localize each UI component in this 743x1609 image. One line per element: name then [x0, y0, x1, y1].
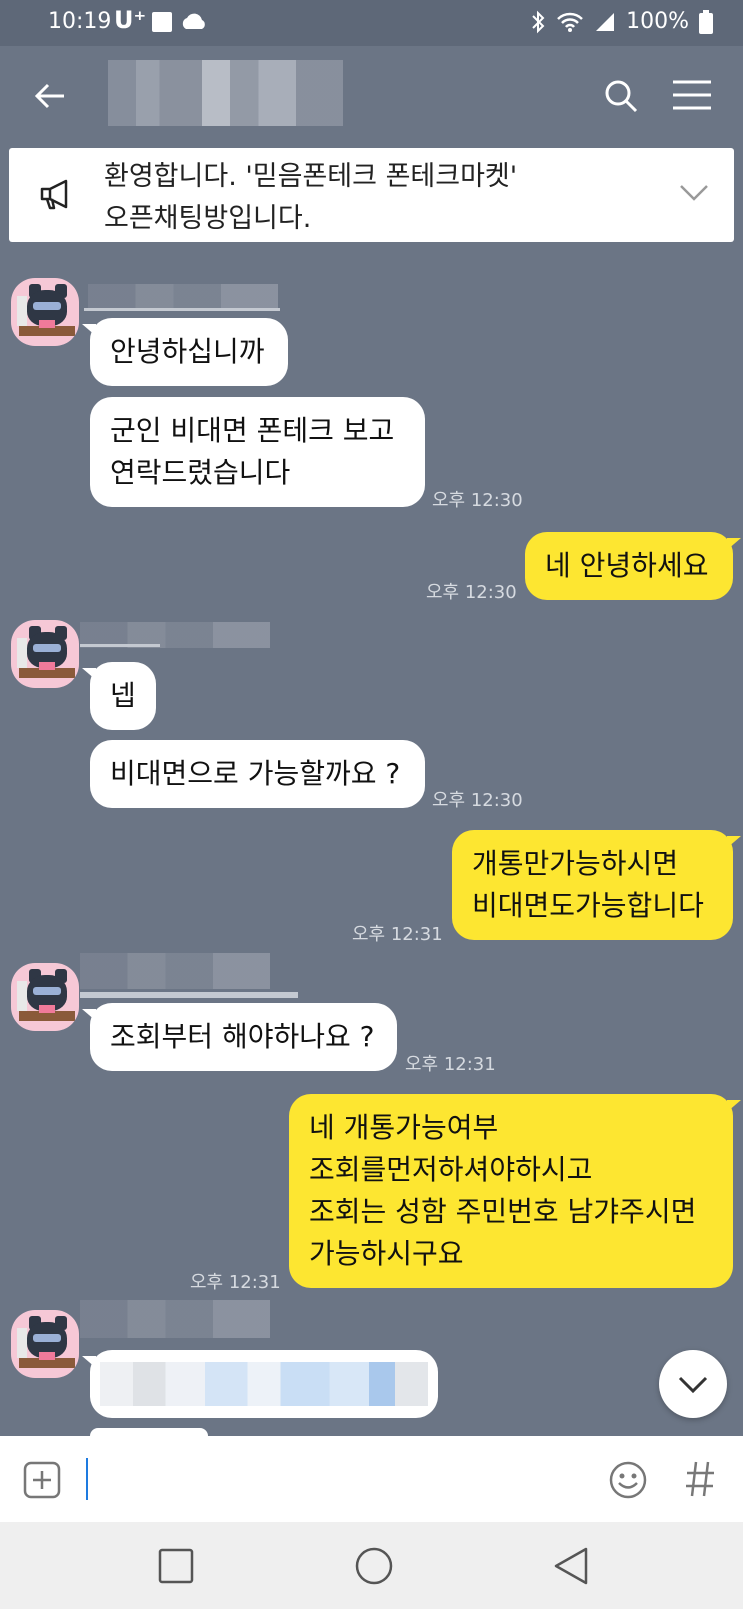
wifi-icon — [557, 12, 583, 32]
back-icon[interactable] — [552, 1546, 590, 1586]
carrier-label: U⁺ — [114, 6, 147, 34]
message-timestamp: 오후 12:31 — [352, 924, 443, 945]
megaphone-icon — [40, 179, 68, 210]
scroll-to-bottom-button[interactable] — [659, 1350, 727, 1418]
chevron-down-icon — [678, 1376, 708, 1394]
cloud-icon — [182, 13, 205, 29]
menu-icon[interactable] — [673, 80, 711, 110]
sender-name-underline — [80, 644, 160, 647]
text-caret — [86, 1458, 88, 1500]
sender-name-blurred — [80, 1300, 270, 1338]
message-bubble[interactable]: 넵 — [82, 662, 156, 730]
chat-title-blurred — [108, 60, 343, 126]
avatar[interactable] — [11, 1310, 79, 1378]
chat-header — [0, 46, 743, 146]
blurred-message-content — [100, 1362, 428, 1406]
my-message-bubble[interactable]: 네 개통가능여부 조회를먼저하셔야하시고 조회는 성함 주민번호 남갸주시면 가… — [289, 1094, 741, 1288]
system-navigation-bar — [0, 1522, 743, 1609]
sender-name-blurred — [80, 953, 270, 989]
message-timestamp: 오후 12:30 — [432, 490, 523, 511]
chevron-down-icon[interactable] — [679, 184, 709, 202]
message-bubble-partial — [90, 1428, 208, 1436]
message-bubble[interactable]: 군인 비대면 폰테크 보고 연락드렸습니다 — [90, 397, 425, 507]
notice-text: 환영합니다. '믿음폰테크 폰테크마켓' 오픈채팅방입니다. — [104, 156, 517, 240]
message-timestamp: 오후 12:30 — [426, 582, 517, 603]
sender-name-underline — [80, 992, 298, 998]
message-timestamp: 오후 12:31 — [405, 1054, 496, 1075]
sender-name-blurred — [88, 284, 278, 310]
notice-line-2: 오픈채팅방입니다. — [104, 203, 312, 234]
message-timestamp: 오후 12:31 — [190, 1272, 281, 1293]
message-bubble[interactable]: 안녕하십니까 — [82, 318, 288, 386]
status-time: 10:19 — [48, 9, 112, 34]
notification-icon — [152, 12, 172, 32]
search-icon[interactable] — [603, 78, 639, 114]
home-icon[interactable] — [354, 1546, 394, 1586]
battery-icon — [699, 9, 713, 34]
message-bubble[interactable]: 비대면으로 가능할까요 ? — [90, 740, 425, 808]
avatar[interactable] — [11, 963, 79, 1031]
message-bubble[interactable]: 조회부터 해야하나요 ? — [82, 1003, 397, 1071]
back-arrow-icon[interactable] — [34, 82, 66, 110]
message-input[interactable] — [80, 1446, 600, 1512]
battery-percent: 100% — [626, 9, 689, 34]
notice-line-1: 환영합니다. '믿음폰테크 폰테크마켓' — [104, 161, 518, 192]
message-input-bar — [0, 1436, 743, 1522]
notice-banner[interactable]: 환영합니다. '믿음폰테크 폰테크마켓' 오픈채팅방입니다. — [9, 148, 734, 242]
recent-apps-icon[interactable] — [158, 1548, 194, 1584]
message-timestamp: 오후 12:30 — [432, 790, 523, 811]
my-message-bubble[interactable]: 네 안녕하세요 — [525, 532, 741, 600]
status-bar: 10:19 U⁺ 100% — [0, 0, 743, 46]
sender-name-underline — [84, 308, 280, 311]
avatar[interactable] — [11, 620, 79, 688]
avatar[interactable] — [11, 278, 79, 346]
bluetooth-icon — [532, 10, 545, 33]
hashtag-icon[interactable] — [684, 1460, 716, 1498]
message-bubble[interactable] — [82, 1350, 438, 1418]
my-message-bubble[interactable]: 개통만가능하시면 비대면도가능합니다 — [452, 830, 741, 940]
plus-square-icon[interactable] — [23, 1461, 61, 1499]
smiley-icon[interactable] — [608, 1460, 648, 1500]
signal-icon — [596, 12, 615, 31]
